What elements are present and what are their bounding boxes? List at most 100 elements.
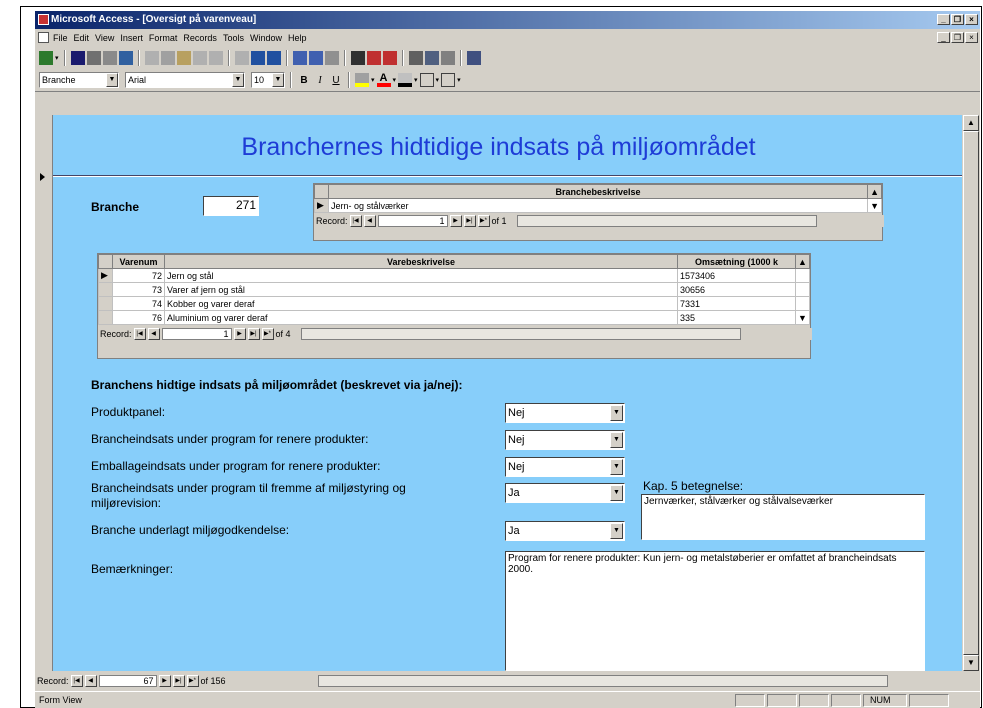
menu-tools[interactable]: Tools <box>223 33 244 43</box>
object-combo[interactable]: Branche ▼ <box>39 72 119 88</box>
bold-button[interactable]: B <box>297 75 311 86</box>
menu-records[interactable]: Records <box>183 33 217 43</box>
varebeskrivelse-cell[interactable]: Varer af jern og stål <box>164 282 678 297</box>
spelling-icon[interactable] <box>118 51 133 65</box>
current-row-icon[interactable]: ▶ <box>98 268 113 283</box>
close-icon[interactable]: × <box>965 14 978 25</box>
scroll-down-icon[interactable]: ▼ <box>795 310 810 325</box>
underline-button[interactable]: U <box>329 75 343 86</box>
print-icon[interactable] <box>86 51 101 65</box>
font-color-dropdown-icon[interactable]: ▾ <box>393 76 397 84</box>
filter-by-form-icon[interactable] <box>308 51 323 65</box>
italic-button[interactable]: I <box>313 75 327 86</box>
varenum-cell[interactable]: 73 <box>112 282 165 297</box>
scroll-thumb[interactable] <box>963 131 979 655</box>
line-color-icon[interactable] <box>398 73 413 87</box>
scroll-track[interactable] <box>795 268 810 283</box>
miljogodkendelse-dropdown[interactable]: Ja ▼ <box>505 521 625 541</box>
next-record-icon[interactable]: ▶ <box>233 328 246 340</box>
chevron-down-icon[interactable]: ▼ <box>272 73 284 87</box>
scroll-down-icon[interactable]: ▼ <box>867 198 882 213</box>
doc-restore-icon[interactable]: ❐ <box>951 32 964 43</box>
varenum-cell[interactable]: 72 <box>112 268 165 283</box>
menu-view[interactable]: View <box>95 33 114 43</box>
chevron-down-icon[interactable]: ▼ <box>610 405 623 421</box>
menu-help[interactable]: Help <box>288 33 307 43</box>
cut-icon[interactable] <box>144 51 159 65</box>
row-selector[interactable] <box>98 296 113 311</box>
line-color-dropdown-icon[interactable]: ▾ <box>414 76 418 84</box>
view-icon[interactable] <box>39 51 53 65</box>
filter-by-selection-icon[interactable] <box>292 51 307 65</box>
varenum-cell[interactable]: 76 <box>112 310 165 325</box>
new-record-icon[interactable] <box>366 51 381 65</box>
current-row-icon[interactable]: ▶ <box>314 198 329 213</box>
last-record-icon[interactable]: ▶| <box>172 675 185 687</box>
line-width-dropdown-icon[interactable]: ▾ <box>436 76 440 84</box>
miljostyring-dropdown[interactable]: Ja ▼ <box>505 483 625 503</box>
horizontal-scrollbar[interactable] <box>516 215 817 227</box>
hyperlink-icon[interactable] <box>234 51 249 65</box>
menu-format[interactable]: Format <box>149 33 178 43</box>
branchebeskrivelse-cell[interactable]: Jern- og stålværker <box>327 198 869 213</box>
new-record-nav-icon[interactable]: ▶* <box>477 215 490 227</box>
scroll-up-icon[interactable]: ▲ <box>795 254 810 269</box>
next-record-icon[interactable]: ▶ <box>449 215 462 227</box>
row-selector[interactable] <box>98 282 113 297</box>
horizontal-scrollbar[interactable] <box>317 675 888 687</box>
remarks-field[interactable]: Program for renere produkter: Kun jern- … <box>505 551 925 671</box>
line-width-icon[interactable] <box>419 73 434 87</box>
branche-field[interactable]: 271 <box>203 196 259 216</box>
record-number-input[interactable]: 67 <box>98 675 157 687</box>
varebeskrivelse-cell[interactable]: Jern og stål <box>164 268 678 283</box>
delete-record-icon[interactable] <box>382 51 397 65</box>
produktpanel-dropdown[interactable]: Nej ▼ <box>505 403 625 423</box>
table-row[interactable]: 73 Varer af jern og stål 30656 <box>98 282 810 297</box>
table-row[interactable]: 74 Kobber og varer deraf 7331 <box>98 296 810 311</box>
record-selector[interactable] <box>35 115 53 671</box>
emballageindsats-dropdown[interactable]: Nej ▼ <box>505 457 625 477</box>
special-effect-dropdown-icon[interactable]: ▾ <box>457 76 461 84</box>
next-record-icon[interactable]: ▶ <box>158 675 171 687</box>
varebeskrivelse-cell[interactable]: Kobber og varer deraf <box>164 296 678 311</box>
print-preview-icon[interactable] <box>102 51 117 65</box>
first-record-icon[interactable]: |◀ <box>70 675 83 687</box>
scroll-down-icon[interactable]: ▼ <box>963 655 979 671</box>
new-object-icon[interactable] <box>440 51 455 65</box>
table-row[interactable]: ▶ 72 Jern og stål 1573406 <box>98 268 810 283</box>
new-record-nav-icon[interactable]: ▶* <box>186 675 199 687</box>
omsaetning-cell[interactable]: 1573406 <box>677 268 796 283</box>
record-number-input[interactable]: 1 <box>161 328 232 340</box>
font-color-icon[interactable]: A <box>376 73 391 87</box>
scroll-up-icon[interactable]: ▲ <box>867 184 882 199</box>
minimize-icon[interactable]: _ <box>937 14 950 25</box>
kap-field[interactable]: Jernværker, stålværker og stålvalseværke… <box>641 494 925 540</box>
sort-descending-icon[interactable] <box>266 51 281 65</box>
omsaetning-cell[interactable]: 7331 <box>677 296 796 311</box>
form-vertical-scrollbar[interactable]: ▲ ▼ <box>963 115 979 671</box>
omsaetning-cell[interactable]: 30656 <box>677 282 796 297</box>
last-record-icon[interactable]: ▶| <box>247 328 260 340</box>
menu-edit[interactable]: Edit <box>74 33 90 43</box>
varebeskrivelse-cell[interactable]: Aluminium og varer deraf <box>164 310 678 325</box>
omsaetning-cell[interactable]: 335 <box>677 310 796 325</box>
scroll-up-icon[interactable]: ▲ <box>963 115 979 131</box>
last-record-icon[interactable]: ▶| <box>463 215 476 227</box>
varenum-cell[interactable]: 74 <box>112 296 165 311</box>
doc-close-icon[interactable]: × <box>965 32 978 43</box>
record-number-input[interactable]: 1 <box>377 215 448 227</box>
find-icon[interactable] <box>350 51 365 65</box>
database-window-icon[interactable] <box>424 51 439 65</box>
chevron-down-icon[interactable]: ▼ <box>610 523 623 539</box>
format-painter-icon[interactable] <box>192 51 207 65</box>
doc-minimize-icon[interactable]: _ <box>937 32 950 43</box>
menu-window[interactable]: Window <box>250 33 282 43</box>
first-record-icon[interactable]: |◀ <box>349 215 362 227</box>
chevron-down-icon[interactable]: ▼ <box>610 459 623 475</box>
menu-file[interactable]: File <box>53 33 68 43</box>
prev-record-icon[interactable]: ◀ <box>363 215 376 227</box>
office-assistant-icon[interactable] <box>466 51 481 65</box>
fill-color-icon[interactable] <box>355 73 369 87</box>
horizontal-scrollbar[interactable] <box>300 328 741 340</box>
menu-insert[interactable]: Insert <box>120 33 143 43</box>
